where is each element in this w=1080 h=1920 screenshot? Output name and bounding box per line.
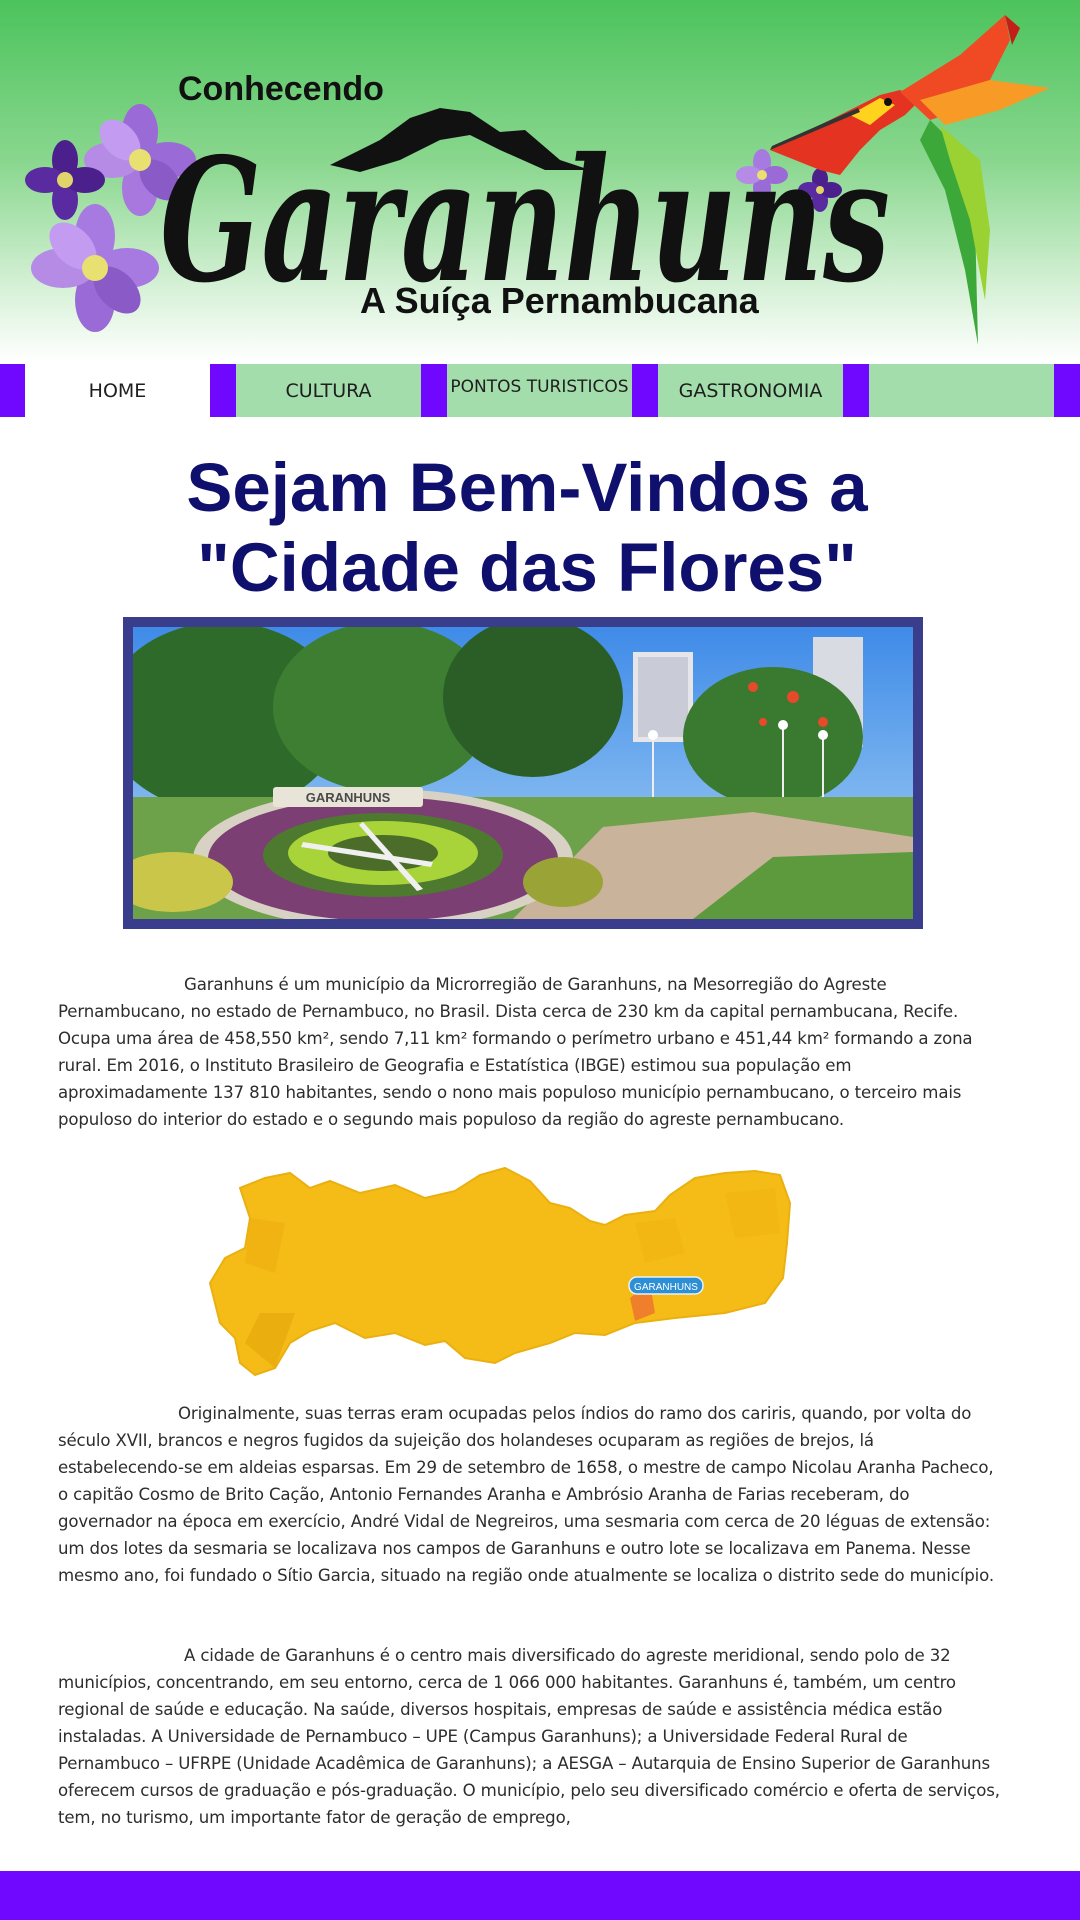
clock-sign-text: GARANHUNS xyxy=(306,790,391,805)
state-shape-icon xyxy=(208,1166,792,1377)
map-label: GARANHUNS xyxy=(634,1282,698,1293)
logo-top-text: Conhecendo xyxy=(178,70,384,108)
nav-gastronomia[interactable]: GASTRONOMIA xyxy=(658,364,843,417)
nav-extra[interactable] xyxy=(869,364,1054,417)
economy-paragraph: A cidade de Garanhuns é o centro mais di… xyxy=(58,1646,1000,1827)
main-nav: HOME CULTURA PONTOS TURISTICOS GASTRONOM… xyxy=(0,364,1080,417)
page-title: Sejam Bem-Vindos a "Cidade das Flores" xyxy=(0,448,1054,608)
page-title-line1: Sejam Bem-Vindos a xyxy=(186,449,868,526)
site-footer xyxy=(0,1871,1080,1920)
pernambuco-map: GARANHUNS xyxy=(208,1166,792,1377)
page-title-line2: "Cidade das Flores" xyxy=(197,529,857,606)
site-header: Conhecendo Garanhuns A Suíça Pernambucan… xyxy=(0,0,1080,362)
intro-paragraph: Garanhuns é um município da Microrregião… xyxy=(58,975,973,1129)
history-paragraph: Originalmente, suas terras eram ocupadas… xyxy=(58,1404,994,1585)
hero-photo: GARANHUNS xyxy=(123,617,923,929)
garanhuns-logo[interactable]: Conhecendo Garanhuns A Suíça Pernambucan… xyxy=(0,0,1080,362)
flower-clock-photo: GARANHUNS xyxy=(133,627,913,919)
nav-pontos-turisticos[interactable]: PONTOS TURISTICOS xyxy=(447,364,632,417)
nav-cultura[interactable]: CULTURA xyxy=(236,364,421,417)
logo-subtitle-text: A Suíça Pernambucana xyxy=(360,280,760,321)
nav-home[interactable]: HOME xyxy=(25,364,210,417)
